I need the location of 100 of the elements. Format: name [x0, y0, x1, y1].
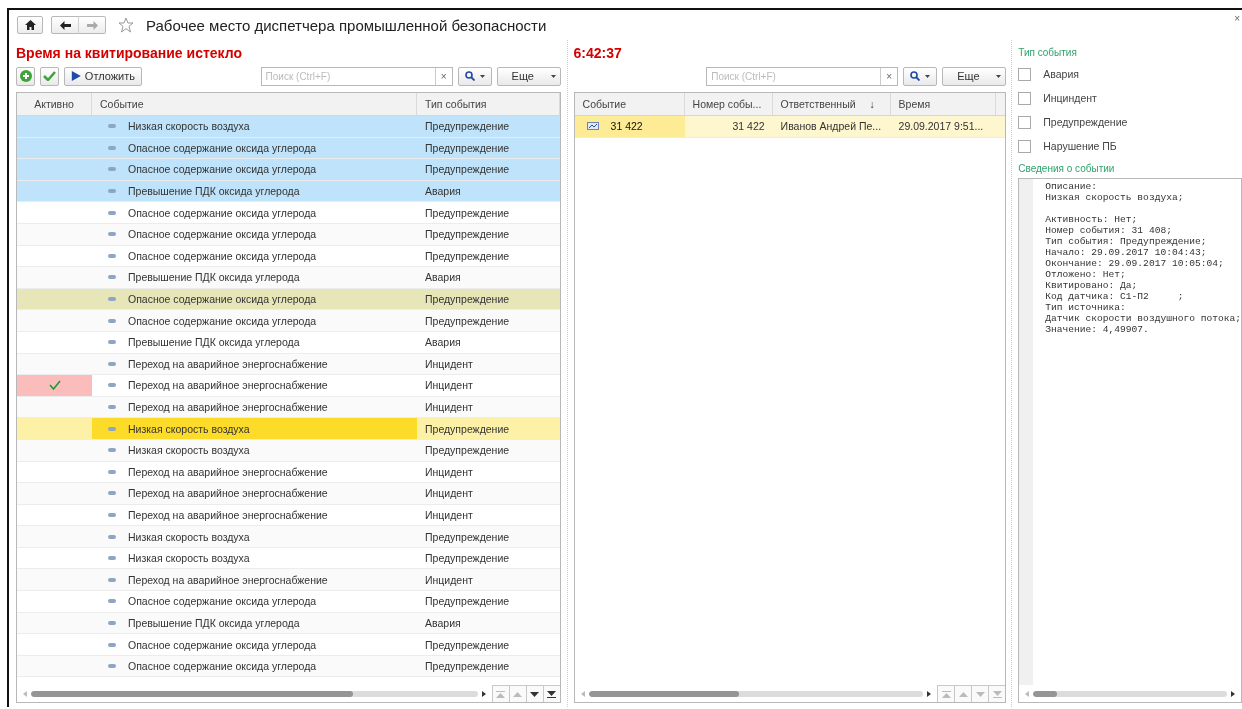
minus-icon [108, 167, 116, 172]
event-cell: Опасное содержание оксида углерода [92, 591, 417, 612]
table-cell-text: Инцидент [424, 356, 474, 372]
checkbox[interactable] [1018, 91, 1032, 105]
table-row[interactable]: Переход на аварийное энергоснабжение Инцидент [17, 375, 560, 397]
scroll-left-icon[interactable] [580, 690, 585, 697]
minus-icon [108, 383, 116, 388]
check-icon [43, 71, 56, 81]
back-button[interactable] [51, 16, 79, 34]
column-header[interactable]: Событие [92, 93, 417, 115]
column-header[interactable]: Активно [17, 93, 92, 115]
up-icon [513, 691, 523, 697]
table-row[interactable]: Превышение ПДК оксида углерода Авария [17, 267, 560, 289]
table-row[interactable]: Переход на аварийное энергоснабжение Инцидент [17, 396, 560, 419]
checkbox[interactable] [1018, 139, 1032, 153]
table-row[interactable]: Превышение ПДК оксида углерода Авария [17, 612, 560, 635]
postpone-button[interactable]: Отложить [64, 66, 142, 86]
minus-icon [108, 318, 116, 323]
event-cell: Опасное содержание оксида углерода [92, 655, 417, 677]
clear-button[interactable]: × [434, 67, 452, 85]
table-cell-text: Предупреждение [424, 551, 511, 567]
section-title: Тип события [1018, 45, 1077, 60]
table-cell-text: Инцидент [424, 486, 474, 502]
minus-icon [108, 253, 116, 258]
scroll-thumb[interactable] [1033, 690, 1057, 697]
table-row[interactable]: Опасное содержание оксида углерода Предупреждение [17, 288, 560, 311]
event-cell: Опасное содержание оксида углерода [92, 159, 417, 180]
scroll-left-icon[interactable] [1025, 690, 1030, 697]
table-row[interactable]: Переход на аварийное энергоснабжение Инцидент [17, 353, 560, 376]
find-dropdown-button[interactable] [457, 66, 492, 86]
table-row[interactable]: Переход на аварийное энергоснабжение Инцидент [17, 569, 560, 592]
scroll-thumb[interactable] [31, 690, 353, 697]
more-button[interactable]: Еще [942, 66, 1007, 86]
last-icon [547, 690, 557, 698]
table-cell-text: Инцидент [424, 400, 474, 415]
column-header[interactable]: Тип события [417, 93, 560, 115]
table-row[interactable]: Переход на аварийное энергоснабжение Инцидент [17, 483, 560, 505]
table-row[interactable]: Низкая скорость воздуха Предупреждение [17, 418, 560, 440]
column-header[interactable]: Ответственный ↓ [772, 93, 891, 115]
event-cell: Превышение ПДК оксида углерода [92, 267, 417, 288]
column-header[interactable]: Время [890, 93, 996, 115]
star-icon[interactable] [118, 17, 134, 33]
table-cell-text: Предупреждение [424, 140, 511, 156]
first-page-button[interactable] [937, 685, 955, 702]
home-icon [24, 20, 36, 30]
first-page-button[interactable] [491, 685, 509, 702]
table-row[interactable]: Опасное содержание оксида углерода Предупреждение [17, 655, 560, 678]
column-header[interactable]: Номер собы... [684, 93, 773, 115]
checkbox[interactable] [1018, 67, 1032, 81]
table-row[interactable]: Опасное содержание оксида углерода Предупреждение [17, 310, 560, 332]
checkbox-label[interactable]: Предупреждение [1043, 116, 1128, 128]
more-button[interactable]: Еще [496, 66, 561, 86]
table-cell-text: Предупреждение [424, 162, 511, 178]
close-button[interactable]: × [1234, 13, 1240, 24]
add-button[interactable] [16, 66, 35, 86]
details-line: Отложено: Нет; [1045, 269, 1126, 280]
minus-icon [108, 124, 116, 129]
table-row[interactable]: Низкая скорость воздуха Предупреждение [17, 526, 560, 548]
details-line: Окончание: 29.09.2017 10:05:04; [1045, 258, 1224, 269]
scroll-right-icon[interactable] [927, 690, 932, 697]
event-cell: Опасное содержание оксида углерода [92, 310, 417, 331]
page-up-button[interactable] [954, 685, 972, 702]
up-icon [958, 691, 968, 697]
checkbox-label[interactable]: Авария [1043, 68, 1079, 80]
table-row[interactable]: Низкая скорость воздуха Предупреждение [17, 116, 560, 138]
search-field[interactable]: Поиск (Ctrl+F) × [706, 66, 899, 86]
minus-icon [108, 491, 116, 496]
home-button[interactable] [17, 16, 43, 34]
last-icon [992, 690, 1002, 698]
details-line: Датчик скорости воздушного потока; [1045, 313, 1241, 324]
scroll-left-icon[interactable] [23, 690, 27, 697]
checkbox-label[interactable]: Инциндент [1043, 92, 1097, 104]
details-line: Описание: [1045, 181, 1098, 192]
scroll-right-icon[interactable] [1231, 690, 1235, 697]
details-line: Значение: 4,49907. [1045, 324, 1149, 335]
down-icon [530, 691, 540, 697]
back-arrow-icon [59, 20, 71, 30]
caret-icon [550, 74, 556, 78]
find-dropdown-button[interactable] [903, 66, 938, 86]
event-cell: Превышение ПДК оксида углерода [92, 612, 417, 634]
checkbox-label[interactable]: Нарушение ПБ [1043, 140, 1117, 152]
table-row[interactable]: Низкая скорость воздуха Предупреждение [17, 439, 560, 462]
details-line: Тип события: Предупреждение; [1045, 236, 1207, 247]
minus-icon [108, 426, 116, 431]
checkbox[interactable] [1018, 115, 1032, 129]
table-row[interactable]: Превышение ПДК оксида углерода Авария [17, 180, 560, 203]
forward-arrow-icon [86, 20, 98, 30]
clear-button[interactable]: × [880, 67, 898, 85]
table-row[interactable]: Опасное содержание оксида углерода Предупреждение [17, 159, 560, 181]
scroll-right-icon[interactable] [481, 690, 486, 697]
scroll-thumb[interactable] [588, 690, 740, 697]
table-cell-text: Инцидент [424, 508, 474, 523]
table-row[interactable]: Опасное содержание оксида углерода Предупреждение [17, 137, 560, 160]
details-line: Начало: 29.09.2017 10:04:43; [1045, 247, 1207, 258]
column-header[interactable]: Событие [574, 93, 685, 115]
event-cell: Переход на аварийное энергоснабжение [92, 569, 417, 591]
table-row[interactable]: Опасное содержание оксида углерода Предупреждение [17, 223, 560, 246]
search-field[interactable]: Поиск (Ctrl+F) × [260, 66, 453, 86]
acknowledge-button[interactable] [40, 66, 59, 86]
plus-icon [19, 70, 32, 82]
